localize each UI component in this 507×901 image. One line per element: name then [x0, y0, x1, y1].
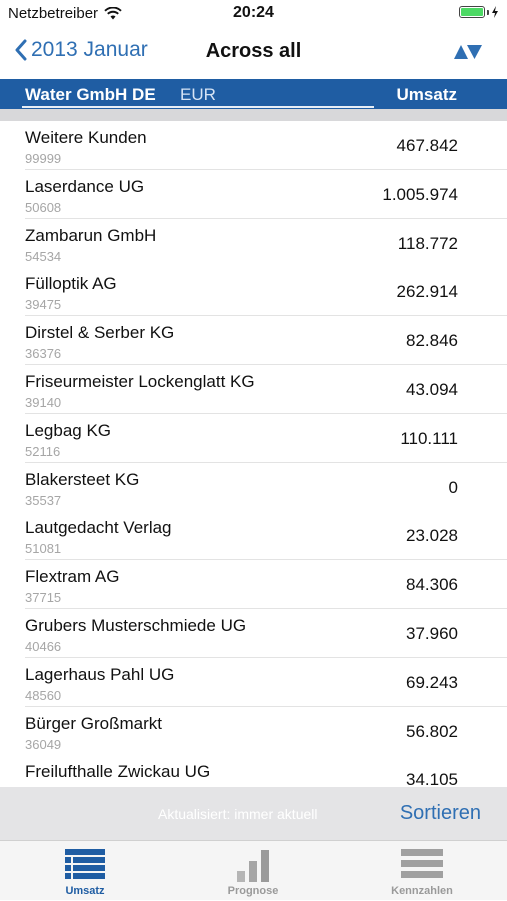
revenue-value: 118.772	[397, 233, 458, 253]
revenue-value: 262.914	[396, 282, 458, 302]
sort-button[interactable]: Sortieren	[400, 802, 481, 825]
customer-list[interactable]: Weitere Kunden 99999 467.842 Laserdance UG 5…	[0, 121, 507, 787]
back-button[interactable]: 2013 Januar	[14, 38, 148, 62]
customer-name: Laserdance UG	[25, 176, 145, 196]
revenue-value: 43.094	[406, 380, 458, 399]
tab-umsatz[interactable]: Umsatz	[25, 841, 145, 901]
list-item[interactable]: Weitere Kunden 99999 467.842	[0, 121, 507, 170]
customer-name: Freilufthalle Zwickau UG	[25, 762, 211, 782]
revenue-value: 84.306	[406, 575, 458, 595]
revenue-value: 34.105	[406, 770, 458, 787]
company-label[interactable]: Water GmbH DE	[25, 85, 156, 105]
currency-label: EUR	[180, 85, 216, 104]
list-item[interactable]: Legbag KG 52116 110.111	[0, 413, 507, 463]
customer-number: 52116	[25, 443, 61, 459]
tab-prognose-label: Prognose	[227, 885, 279, 897]
customer-name: Weitere Kunden	[25, 128, 147, 147]
bar-chart-icon	[237, 850, 269, 882]
list-item[interactable]: Blakersteet KG 35537 0	[0, 462, 507, 512]
list-item[interactable]: Lagerhaus Pahl UG 48560 69.243	[0, 657, 507, 707]
customer-name: Flextram AG	[25, 567, 120, 587]
revenue-value: 82.846	[406, 331, 458, 351]
customer-number: 36376	[25, 346, 62, 362]
list-item[interactable]: Laserdance UG 50608 1.005.974	[0, 169, 507, 219]
revenue-value: 0	[448, 477, 458, 497]
customer-name: Grubers Musterschmiede UG	[25, 616, 247, 635]
list-item[interactable]: Flextram AG 37715 84.306	[0, 560, 507, 610]
sort-toggle-button[interactable]	[453, 44, 483, 65]
customer-name: Bürger Großmarkt	[25, 713, 162, 733]
customer-name: Legbag KG	[25, 420, 112, 440]
customer-number: 40466	[25, 639, 62, 654]
customer-name: Fülloptik AG	[25, 274, 117, 294]
revenue-value: 37.960	[406, 624, 458, 643]
revenue-value: 23.028	[406, 526, 458, 546]
tab-bar: Umsatz Prognose Kennzahlen	[0, 840, 507, 900]
customer-number: 54534	[25, 248, 62, 264]
header-underline	[22, 106, 374, 108]
customer-number: 51081	[25, 541, 62, 557]
customer-name: Zambarun GmbH	[25, 225, 157, 245]
chevron-left-icon	[15, 39, 27, 61]
customer-name: Blakersteet KG	[25, 469, 140, 489]
customer-name: Lautgedacht Verlag	[25, 518, 172, 538]
list-item[interactable]: Freilufthalle Zwickau UG 34.105	[0, 755, 507, 787]
update-bar: Aktualisiert: immer aktuell Sortieren	[0, 787, 507, 840]
list-item[interactable]: Grubers Musterschmiede UG 40466 37.960	[0, 609, 507, 658]
customer-number: 39475	[25, 297, 62, 313]
customer-name: Friseurmeister Lockenglatt KG	[25, 372, 255, 391]
list-item[interactable]: Lautgedacht Verlag 51081 23.028	[0, 511, 507, 561]
customer-name: Dirstel & Serber KG	[25, 323, 175, 343]
revenue-value: 69.243	[406, 672, 458, 692]
customer-number: 99999	[25, 151, 62, 166]
revenue-value: 1.005.974	[382, 184, 458, 204]
charging-icon	[492, 6, 498, 18]
revenue-value: 56.802	[406, 721, 458, 741]
battery-icon	[459, 6, 499, 18]
update-status: Aktualisiert: immer aktuell	[158, 806, 318, 822]
list-item[interactable]: Zambarun GmbH 54534 118.772	[0, 218, 507, 268]
clock: 20:24	[233, 4, 274, 21]
status-bar: Netzbetreiber 20:24	[0, 0, 507, 28]
list-icon	[65, 849, 105, 879]
list-item[interactable]: Fülloptik AG 39475 262.914	[0, 267, 507, 317]
back-label: 2013 Januar	[31, 38, 148, 61]
menu-icon	[401, 849, 443, 878]
customer-number: 37715	[25, 590, 62, 606]
sort-triangles-icon	[454, 45, 482, 59]
tab-umsatz-label: Umsatz	[65, 885, 105, 897]
customer-number: 36049	[25, 736, 62, 752]
customer-number: 39140	[25, 395, 62, 410]
revenue-value: 110.111	[400, 428, 458, 448]
list-item[interactable]: Friseurmeister Lockenglatt KG 39140 43.094	[0, 365, 507, 414]
navigation-bar: 2013 Januar Across all	[0, 28, 507, 78]
customer-number: 48560	[25, 687, 62, 703]
list-item[interactable]: Dirstel & Serber KG 36376 82.846	[0, 316, 507, 366]
table-header: Water GmbH DE EUR Umsatz	[0, 79, 507, 109]
customer-number: 35537	[25, 492, 62, 508]
list-item[interactable]: Bürger Großmarkt 36049 56.802	[0, 706, 507, 756]
customer-number: 50608	[25, 199, 62, 215]
tab-kennzahlen[interactable]: Kennzahlen	[362, 841, 482, 901]
tab-prognose[interactable]: Prognose	[193, 841, 313, 901]
tab-kennzahlen-label: Kennzahlen	[391, 885, 453, 897]
separator-strip	[0, 109, 507, 121]
revenue-value: 467.842	[396, 136, 458, 155]
column-header-umsatz[interactable]: Umsatz	[397, 85, 457, 105]
customer-name: Lagerhaus Pahl UG	[25, 664, 175, 684]
